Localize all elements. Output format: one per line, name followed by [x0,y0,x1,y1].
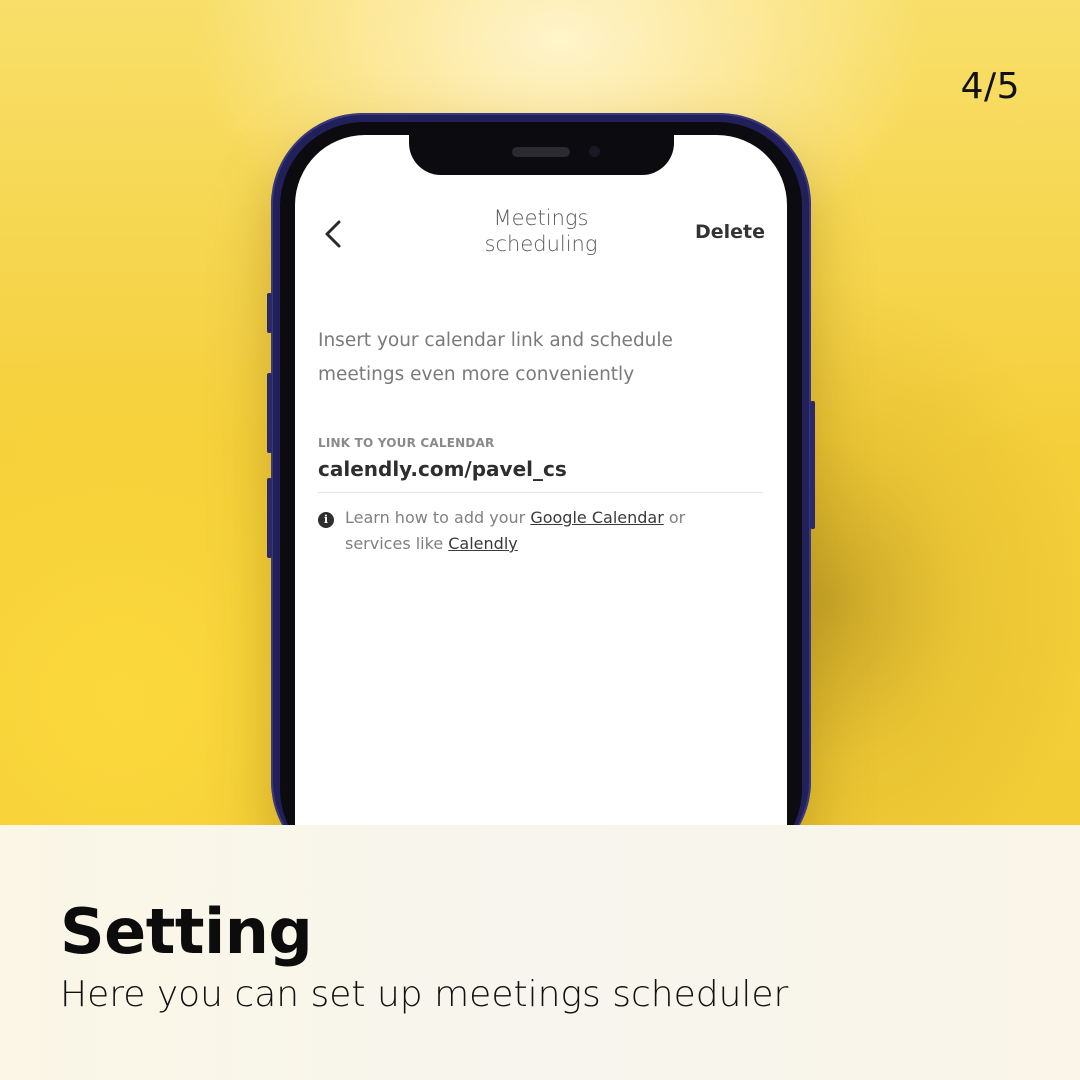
intro-text: Insert your calendar link and schedule m… [318,330,673,385]
help-text: Learn how to add your Google Calendar or… [345,505,755,557]
app-screen: Meetings scheduling Delete Insert your c… [295,135,787,895]
front-camera [589,146,600,157]
phone-volume-up [267,373,272,453]
screen-title: Meetings scheduling [484,206,598,256]
info-icon: i [318,512,334,528]
caption-subtitle: Here you can set up meetings scheduler [60,974,789,1015]
phone-mute-switch [267,293,272,333]
phone-notch [409,135,674,175]
phone-volume-down [267,478,272,558]
help-text-before: Learn how to add your [345,508,531,527]
field-underline [318,492,763,493]
phone-power-button [810,401,815,529]
slide-counter: 4/5 [960,66,1020,107]
chevron-left-icon[interactable] [321,219,347,249]
phone-mockup: Meetings scheduling Delete Insert your c… [267,113,815,895]
caption-panel: Setting Here you can set up meetings sch… [0,825,1080,1080]
calendar-link-input[interactable] [318,457,762,481]
speaker-grille [512,147,570,157]
caption-title: Setting [60,895,313,968]
calendar-link-label: LINK TO YOUR CALENDAR [318,436,495,450]
google-calendar-link[interactable]: Google Calendar [530,508,663,527]
delete-button[interactable]: Delete [695,221,765,243]
calendly-link[interactable]: Calendly [448,534,517,553]
